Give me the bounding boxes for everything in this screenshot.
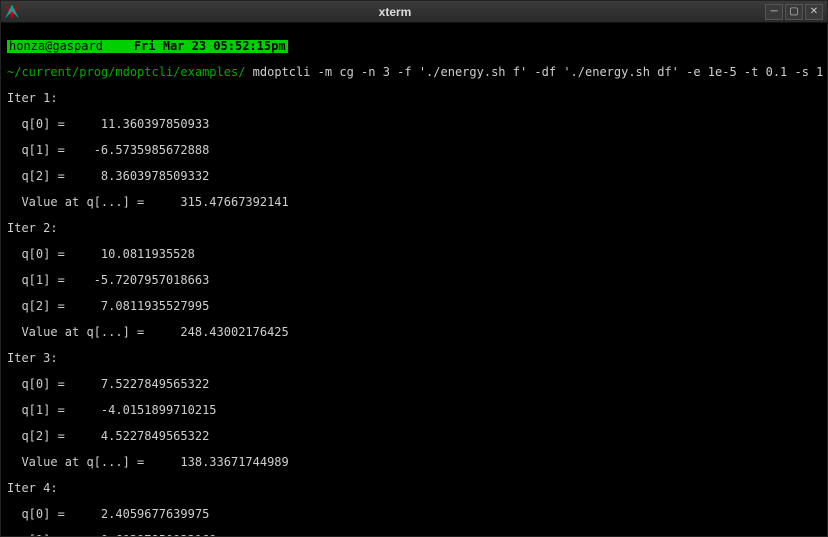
output-line: q[0] = 11.360397850933 — [7, 118, 821, 131]
output-line: q[2] = 7.0811935527995 — [7, 300, 821, 313]
terminal-area[interactable]: honza@gaspard Fri Mar 23 05:52:15pm ~/cu… — [1, 23, 827, 536]
minimize-button[interactable]: ─ — [765, 4, 783, 20]
output-line: q[1] = -0.60397850933169 — [7, 534, 821, 536]
output-line: Value at q[...] = 138.33671744989 — [7, 456, 821, 469]
xterm-icon — [5, 5, 19, 19]
cwd: ~/current/prog/mdoptcli/examples/ — [7, 65, 245, 79]
xterm-window: xterm ─ ▢ ✕ honza@gaspard Fri Mar 23 05:… — [0, 0, 828, 537]
output-line: q[2] = 4.5227849565322 — [7, 430, 821, 443]
close-button[interactable]: ✕ — [805, 4, 823, 20]
timestamp: Fri Mar 23 05:52:15pm — [134, 39, 288, 53]
output-line: q[0] = 7.5227849565322 — [7, 378, 821, 391]
output-line: q[2] = 8.3603978509332 — [7, 170, 821, 183]
output-line: q[1] = -6.5735985672888 — [7, 144, 821, 157]
window-title: xterm — [25, 5, 765, 19]
output-line: Iter 4: — [7, 482, 821, 495]
output-line: q[0] = 10.0811935528 — [7, 248, 821, 261]
output-line: q[1] = -5.7207957018663 — [7, 274, 821, 287]
output-line: Value at q[...] = 315.47667392141 — [7, 196, 821, 209]
output-line: Iter 1: — [7, 92, 821, 105]
status-bar: honza@gaspard Fri Mar 23 05:52:15pm — [7, 40, 288, 53]
command: mdoptcli -m cg -n 3 -f './energy.sh f' -… — [253, 65, 827, 79]
user-host: honza@gaspard — [7, 39, 105, 53]
maximize-button[interactable]: ▢ — [785, 4, 803, 20]
output-line: Iter 2: — [7, 222, 821, 235]
output-line: q[0] = 2.4059677639975 — [7, 508, 821, 521]
output-line: q[1] = -4.0151899710215 — [7, 404, 821, 417]
window-controls: ─ ▢ ✕ — [765, 4, 823, 20]
output-line: Iter 3: — [7, 352, 821, 365]
titlebar[interactable]: xterm ─ ▢ ✕ — [1, 1, 827, 23]
output-line: Value at q[...] = 248.43002176425 — [7, 326, 821, 339]
